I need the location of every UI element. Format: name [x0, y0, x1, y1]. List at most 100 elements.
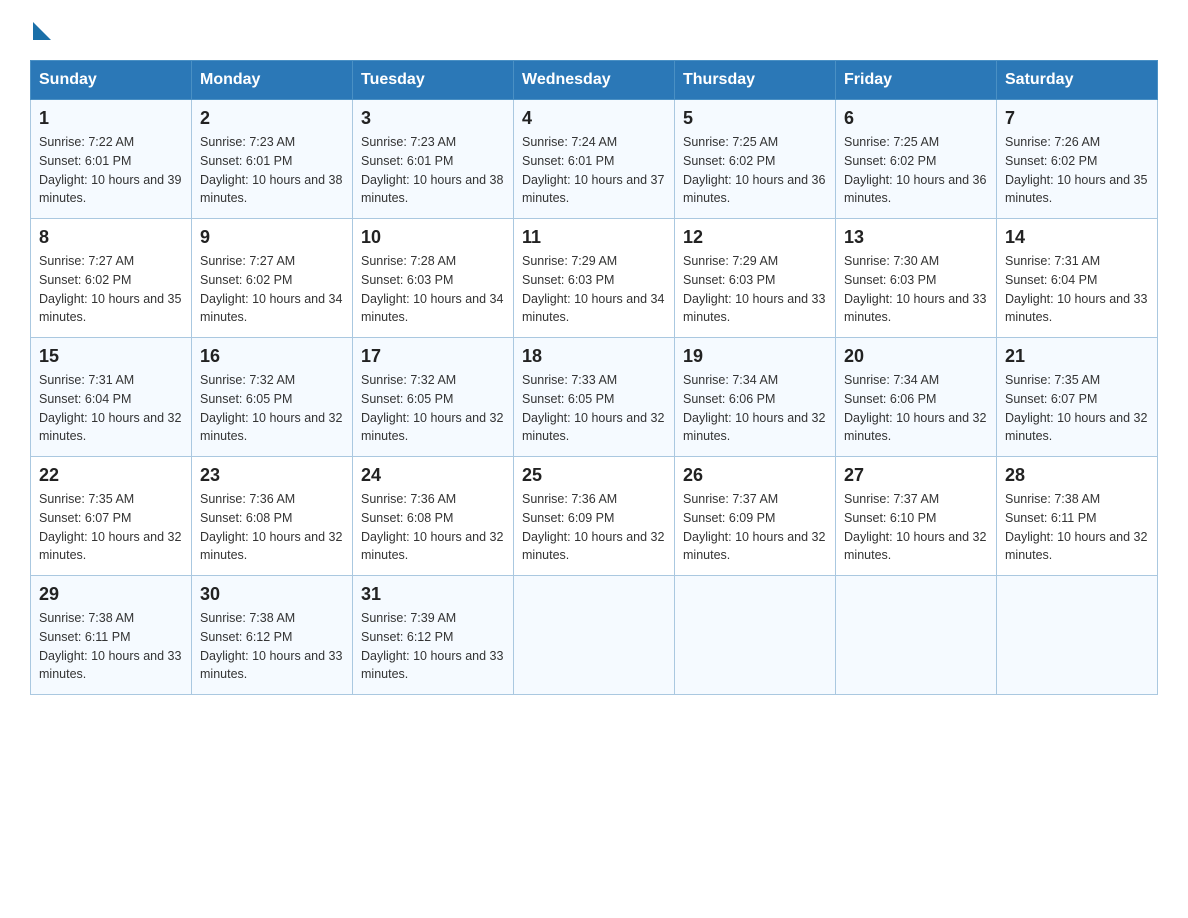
day-number: 4 [522, 108, 666, 129]
day-number: 6 [844, 108, 988, 129]
day-number: 3 [361, 108, 505, 129]
calendar-cell: 28Sunrise: 7:38 AMSunset: 6:11 PMDayligh… [997, 457, 1158, 576]
day-number: 27 [844, 465, 988, 486]
day-number: 2 [200, 108, 344, 129]
day-number: 10 [361, 227, 505, 248]
calendar-week-row: 1Sunrise: 7:22 AMSunset: 6:01 PMDaylight… [31, 100, 1158, 219]
calendar-cell: 26 Sunrise: 7:37 AMSunset: 6:09 PMDayligh… [675, 457, 836, 576]
day-info: Sunrise: 7:23 AMSunset: 6:01 PMDaylight:… [361, 133, 505, 208]
day-number: 30 [200, 584, 344, 605]
calendar-cell: 16Sunrise: 7:32 AMSunset: 6:05 PMDayligh… [192, 338, 353, 457]
day-info: Sunrise: 7:39 AMSunset: 6:12 PMDaylight:… [361, 609, 505, 684]
day-info: Sunrise: 7:36 AMSunset: 6:09 PMDaylight:… [522, 490, 666, 565]
day-info: Sunrise: 7:24 AMSunset: 6:01 PMDaylight:… [522, 133, 666, 208]
day-info: Sunrise: 7:33 AMSunset: 6:05 PMDaylight:… [522, 371, 666, 446]
calendar-cell: 2 Sunrise: 7:23 AMSunset: 6:01 PMDaylight… [192, 100, 353, 219]
calendar-week-row: 8 Sunrise: 7:27 AMSunset: 6:02 PMDaylight… [31, 219, 1158, 338]
day-number: 15 [39, 346, 183, 367]
day-info: Sunrise: 7:25 AMSunset: 6:02 PMDaylight:… [844, 133, 988, 208]
calendar-cell: 3 Sunrise: 7:23 AMSunset: 6:01 PMDaylight… [353, 100, 514, 219]
day-number: 9 [200, 227, 344, 248]
calendar-cell: 22Sunrise: 7:35 AMSunset: 6:07 PMDayligh… [31, 457, 192, 576]
day-number: 26 [683, 465, 827, 486]
day-number: 5 [683, 108, 827, 129]
day-number: 12 [683, 227, 827, 248]
day-number: 8 [39, 227, 183, 248]
day-info: Sunrise: 7:23 AMSunset: 6:01 PMDaylight:… [200, 133, 344, 208]
day-info: Sunrise: 7:27 AMSunset: 6:02 PMDaylight:… [39, 252, 183, 327]
day-info: Sunrise: 7:27 AMSunset: 6:02 PMDaylight:… [200, 252, 344, 327]
day-number: 11 [522, 227, 666, 248]
day-number: 19 [683, 346, 827, 367]
day-info: Sunrise: 7:37 AMSunset: 6:09 PMDaylight:… [683, 490, 827, 565]
calendar-cell: 8 Sunrise: 7:27 AMSunset: 6:02 PMDaylight… [31, 219, 192, 338]
calendar-cell: 5 Sunrise: 7:25 AMSunset: 6:02 PMDaylight… [675, 100, 836, 219]
day-info: Sunrise: 7:36 AMSunset: 6:08 PMDaylight:… [200, 490, 344, 565]
calendar-cell: 15 Sunrise: 7:31 AMSunset: 6:04 PMDayligh… [31, 338, 192, 457]
day-number: 20 [844, 346, 988, 367]
day-info: Sunrise: 7:35 AMSunset: 6:07 PMDaylight:… [1005, 371, 1149, 446]
day-info: Sunrise: 7:29 AMSunset: 6:03 PMDaylight:… [522, 252, 666, 327]
day-info: Sunrise: 7:30 AMSunset: 6:03 PMDaylight:… [844, 252, 988, 327]
calendar-header-row: SundayMondayTuesdayWednesdayThursdayFrid… [31, 61, 1158, 100]
calendar-table: SundayMondayTuesdayWednesdayThursdayFrid… [30, 60, 1158, 695]
calendar-header-thursday: Thursday [675, 61, 836, 100]
day-number: 1 [39, 108, 183, 129]
calendar-cell: 21Sunrise: 7:35 AMSunset: 6:07 PMDayligh… [997, 338, 1158, 457]
day-number: 17 [361, 346, 505, 367]
page-header [30, 20, 1158, 40]
calendar-cell: 7Sunrise: 7:26 AMSunset: 6:02 PMDaylight… [997, 100, 1158, 219]
day-number: 13 [844, 227, 988, 248]
calendar-header-tuesday: Tuesday [353, 61, 514, 100]
calendar-cell: 6 Sunrise: 7:25 AMSunset: 6:02 PMDaylight… [836, 100, 997, 219]
day-info: Sunrise: 7:28 AMSunset: 6:03 PMDaylight:… [361, 252, 505, 327]
calendar-cell: 9 Sunrise: 7:27 AMSunset: 6:02 PMDaylight… [192, 219, 353, 338]
calendar-cell: 23Sunrise: 7:36 AMSunset: 6:08 PMDayligh… [192, 457, 353, 576]
calendar-cell: 13 Sunrise: 7:30 AMSunset: 6:03 PMDayligh… [836, 219, 997, 338]
calendar-cell [514, 576, 675, 695]
calendar-cell: 19 Sunrise: 7:34 AMSunset: 6:06 PMDayligh… [675, 338, 836, 457]
day-info: Sunrise: 7:31 AMSunset: 6:04 PMDaylight:… [39, 371, 183, 446]
calendar-header-friday: Friday [836, 61, 997, 100]
logo [30, 20, 51, 40]
day-info: Sunrise: 7:37 AMSunset: 6:10 PMDaylight:… [844, 490, 988, 565]
day-info: Sunrise: 7:29 AMSunset: 6:03 PMDaylight:… [683, 252, 827, 327]
day-info: Sunrise: 7:34 AMSunset: 6:06 PMDaylight:… [844, 371, 988, 446]
calendar-week-row: 29Sunrise: 7:38 AMSunset: 6:11 PMDayligh… [31, 576, 1158, 695]
calendar-cell: 30 Sunrise: 7:38 AMSunset: 6:12 PMDayligh… [192, 576, 353, 695]
day-info: Sunrise: 7:36 AMSunset: 6:08 PMDaylight:… [361, 490, 505, 565]
calendar-cell: 4 Sunrise: 7:24 AMSunset: 6:01 PMDaylight… [514, 100, 675, 219]
calendar-cell: 1Sunrise: 7:22 AMSunset: 6:01 PMDaylight… [31, 100, 192, 219]
calendar-header-sunday: Sunday [31, 61, 192, 100]
calendar-cell [836, 576, 997, 695]
day-info: Sunrise: 7:38 AMSunset: 6:11 PMDaylight:… [1005, 490, 1149, 565]
calendar-cell: 18Sunrise: 7:33 AMSunset: 6:05 PMDayligh… [514, 338, 675, 457]
calendar-cell: 12 Sunrise: 7:29 AMSunset: 6:03 PMDayligh… [675, 219, 836, 338]
calendar-cell: 20 Sunrise: 7:34 AMSunset: 6:06 PMDayligh… [836, 338, 997, 457]
calendar-cell: 11 Sunrise: 7:29 AMSunset: 6:03 PMDayligh… [514, 219, 675, 338]
calendar-cell: 25 Sunrise: 7:36 AMSunset: 6:09 PMDayligh… [514, 457, 675, 576]
calendar-cell: 17 Sunrise: 7:32 AMSunset: 6:05 PMDayligh… [353, 338, 514, 457]
day-info: Sunrise: 7:26 AMSunset: 6:02 PMDaylight:… [1005, 133, 1149, 208]
calendar-cell [997, 576, 1158, 695]
day-info: Sunrise: 7:31 AMSunset: 6:04 PMDaylight:… [1005, 252, 1149, 327]
day-info: Sunrise: 7:25 AMSunset: 6:02 PMDaylight:… [683, 133, 827, 208]
calendar-cell: 10 Sunrise: 7:28 AMSunset: 6:03 PMDayligh… [353, 219, 514, 338]
calendar-header-wednesday: Wednesday [514, 61, 675, 100]
day-info: Sunrise: 7:38 AMSunset: 6:11 PMDaylight:… [39, 609, 183, 684]
day-number: 16 [200, 346, 344, 367]
calendar-cell: 14 Sunrise: 7:31 AMSunset: 6:04 PMDayligh… [997, 219, 1158, 338]
day-number: 25 [522, 465, 666, 486]
calendar-header-saturday: Saturday [997, 61, 1158, 100]
logo-arrow-icon [33, 22, 51, 40]
day-info: Sunrise: 7:35 AMSunset: 6:07 PMDaylight:… [39, 490, 183, 565]
day-info: Sunrise: 7:32 AMSunset: 6:05 PMDaylight:… [361, 371, 505, 446]
calendar-week-row: 15 Sunrise: 7:31 AMSunset: 6:04 PMDayligh… [31, 338, 1158, 457]
day-info: Sunrise: 7:38 AMSunset: 6:12 PMDaylight:… [200, 609, 344, 684]
day-info: Sunrise: 7:34 AMSunset: 6:06 PMDaylight:… [683, 371, 827, 446]
calendar-week-row: 22Sunrise: 7:35 AMSunset: 6:07 PMDayligh… [31, 457, 1158, 576]
day-number: 14 [1005, 227, 1149, 248]
day-number: 31 [361, 584, 505, 605]
day-number: 24 [361, 465, 505, 486]
calendar-cell [675, 576, 836, 695]
